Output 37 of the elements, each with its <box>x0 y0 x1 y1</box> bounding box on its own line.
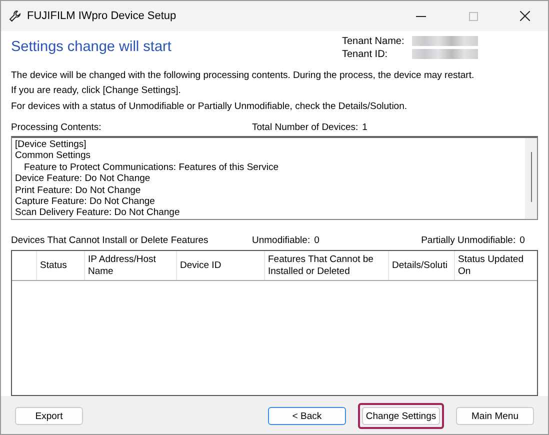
tenant-label: Tenant Name: <box>342 36 406 47</box>
column-header[interactable]: Status Updated On <box>458 254 534 277</box>
content-line: Capture Feature: Do Not Change <box>15 196 156 208</box>
scrollbar-thumb[interactable] <box>530 152 532 202</box>
page-heading: Settings change will start <box>11 39 172 57</box>
column-header[interactable]: Features That Cannot be Installed or Deleted <box>268 254 385 277</box>
column-header[interactable]: Status <box>40 260 67 272</box>
column-header[interactable]: Device ID <box>180 260 222 272</box>
column-header[interactable]: Details/Soluti <box>392 260 448 272</box>
tenant-label: Tenant ID: <box>342 49 389 60</box>
content-line: [Device Settings] <box>15 139 88 150</box>
description-text: The device will be changed with the following processing contents. During the process, the device may restart. <box>11 69 476 82</box>
dialog-button[interactable]: < Back <box>268 407 346 425</box>
devices-label: Devices That Cannot Install or Delete Features <box>11 235 210 246</box>
content-line: Scan Delivery Feature: Do Not Change <box>15 207 181 219</box>
content-line: Common Settings <box>15 150 92 162</box>
total-value: 1 <box>362 122 368 133</box>
total-label: Total Number of Devices: <box>252 122 358 133</box>
dialog-button[interactable]: Export <box>15 407 83 425</box>
partially-unmodifiable-count: 0 <box>520 235 525 246</box>
content-line: Device Feature: Do Not Change <box>15 173 152 185</box>
dialog-button[interactable]: Main Menu <box>456 407 534 425</box>
wrench-icon <box>9 10 21 22</box>
processing-label: Processing Contents: <box>11 122 102 133</box>
blurred-value <box>412 49 478 59</box>
unmodifiable-count: 0 <box>314 235 320 246</box>
blurred-value <box>412 36 478 46</box>
content-line: Print Feature: Do Not Change <box>15 184 142 196</box>
column-header[interactable]: IP Address/Host Name <box>88 254 173 277</box>
unmodifiable-label: Unmodifiable: <box>252 235 310 246</box>
description-text: For devices with a status of Unmodifiable or Partially Unmodifiable, check the Details/Solution. <box>11 100 408 113</box>
window-title: FUJIFILM IWpro Device Setup <box>27 10 178 22</box>
partially-unmodifiable-label: Partially Unmodifiable: <box>421 235 516 246</box>
description-text: If you are ready, click [Change Settings]. <box>11 84 182 97</box>
dialog-button[interactable]: Change Settings <box>362 407 440 425</box>
content-line: Feature to Protect Communications: Features of this Service <box>23 162 280 174</box>
close-icon[interactable] <box>520 11 530 21</box>
